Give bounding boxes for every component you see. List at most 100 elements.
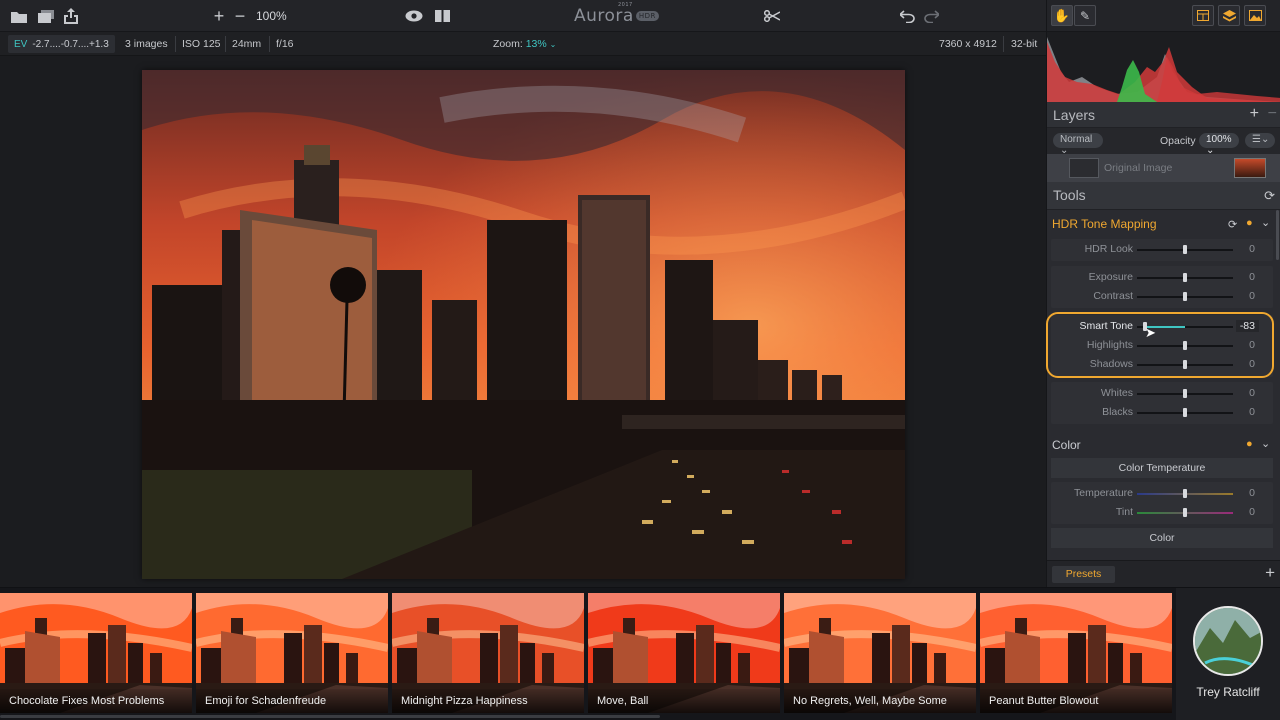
slider-value[interactable]: 0 bbox=[1249, 243, 1255, 255]
slider-group-temperature: Temperature 0 Tint 0 bbox=[1051, 482, 1273, 524]
preset-thumbnail[interactable]: Midnight Pizza Happiness bbox=[392, 593, 584, 713]
layout-icon bbox=[1197, 10, 1209, 21]
chevron-down-icon[interactable]: ⌄ bbox=[550, 40, 557, 49]
color-title: Color bbox=[1052, 438, 1081, 452]
avatar bbox=[1193, 606, 1263, 676]
preset-thumbnail[interactable]: No Regrets, Well, Maybe Some bbox=[784, 593, 976, 713]
layer-image-thumbnail bbox=[1234, 158, 1266, 178]
add-layer-icon[interactable]: + bbox=[1250, 105, 1259, 123]
preset-name: Emoji for Schadenfreude bbox=[196, 689, 388, 713]
opacity-label: Opacity bbox=[1160, 135, 1196, 147]
share-icon[interactable] bbox=[62, 7, 80, 25]
image-canvas[interactable] bbox=[0, 57, 1046, 587]
presets-button[interactable]: Presets bbox=[1052, 566, 1115, 583]
image-panel-button[interactable] bbox=[1244, 5, 1266, 26]
opacity-select[interactable]: 100% ⌄ bbox=[1199, 133, 1239, 156]
divider bbox=[269, 36, 270, 52]
layer-mask-thumbnail bbox=[1069, 158, 1099, 178]
slider-whites[interactable]: Whites 0 bbox=[1051, 384, 1273, 403]
ev-label: EV bbox=[14, 38, 28, 50]
layer-menu-button[interactable]: ☰⌄ bbox=[1245, 133, 1275, 148]
slider-track[interactable] bbox=[1137, 273, 1233, 282]
slider-value[interactable]: 0 bbox=[1249, 271, 1255, 283]
preset-thumbnail[interactable]: Emoji for Schadenfreude bbox=[196, 593, 388, 713]
layers-button[interactable] bbox=[1218, 5, 1240, 26]
hdr-tone-mapping-title: HDR Tone Mapping bbox=[1052, 217, 1157, 231]
slider-value[interactable]: 0 bbox=[1249, 406, 1255, 418]
preset-thumbnail[interactable]: Peanut Butter Blowout bbox=[980, 593, 1172, 713]
tone-highlight-annotation bbox=[1046, 312, 1274, 378]
scissors-icon[interactable] bbox=[763, 7, 781, 25]
slider-exposure[interactable]: Exposure 0 bbox=[1051, 268, 1273, 287]
slider-value[interactable]: 0 bbox=[1249, 290, 1255, 302]
slider-thumb[interactable] bbox=[1183, 489, 1187, 498]
opacity-value: 100% bbox=[1206, 134, 1232, 145]
slider-track[interactable] bbox=[1137, 489, 1233, 498]
add-preset-icon[interactable]: + bbox=[1265, 563, 1275, 583]
slider-track[interactable] bbox=[1137, 408, 1233, 417]
slider-temperature[interactable]: Temperature 0 bbox=[1051, 484, 1273, 503]
slider-value[interactable]: 0 bbox=[1249, 487, 1255, 499]
eye-icon[interactable] bbox=[405, 7, 423, 25]
slider-label: Whites bbox=[1100, 387, 1133, 399]
zoom-out-icon[interactable]: − bbox=[231, 6, 249, 26]
slider-label: Exposure bbox=[1088, 271, 1133, 283]
slider-track[interactable] bbox=[1137, 245, 1233, 254]
preset-thumbnail[interactable]: Move, Ball bbox=[588, 593, 780, 713]
layers-header: Layers + − bbox=[1047, 102, 1280, 128]
logo-hdr-tag: HDR bbox=[635, 11, 659, 21]
slider-track[interactable] bbox=[1137, 389, 1233, 398]
zoom-readout[interactable]: Zoom: 13% ⌄ bbox=[493, 38, 556, 50]
slider-value[interactable]: 0 bbox=[1249, 506, 1255, 518]
author-card[interactable]: Trey Ratcliff bbox=[1176, 588, 1280, 720]
reset-icon[interactable]: ⟳ bbox=[1228, 218, 1237, 231]
layer-item-original[interactable]: Original Image bbox=[1047, 154, 1280, 182]
undo-icon[interactable] bbox=[898, 7, 916, 25]
slider-thumb[interactable] bbox=[1183, 408, 1187, 417]
slider-group-exposure: Exposure 0 Contrast 0 bbox=[1051, 266, 1273, 308]
redo-icon[interactable] bbox=[922, 7, 940, 25]
batch-icon[interactable] bbox=[37, 7, 55, 25]
tools-scrollbar[interactable] bbox=[1276, 210, 1279, 260]
hand-tool-button[interactable]: ✋ bbox=[1051, 5, 1073, 26]
layout-button[interactable] bbox=[1192, 5, 1214, 26]
zoom-value[interactable]: 13% bbox=[526, 38, 547, 50]
remove-layer-icon[interactable]: − bbox=[1268, 105, 1277, 123]
compare-split-icon[interactable] bbox=[433, 7, 451, 25]
color-temperature-button[interactable]: Color Temperature bbox=[1051, 458, 1273, 478]
color-button[interactable]: Color bbox=[1051, 528, 1273, 548]
chevron-down-icon[interactable]: ⌄ bbox=[1261, 216, 1270, 229]
slider-label: Temperature bbox=[1074, 487, 1133, 499]
slider-blacks[interactable]: Blacks 0 bbox=[1051, 403, 1273, 422]
logo-year: 2017 bbox=[618, 2, 633, 8]
slider-thumb[interactable] bbox=[1183, 292, 1187, 301]
zoom-in-icon[interactable]: + bbox=[210, 6, 228, 26]
slider-contrast[interactable]: Contrast 0 bbox=[1051, 287, 1273, 306]
presets-filmstrip: Chocolate Fixes Most Problems Emoji for S… bbox=[0, 587, 1280, 720]
hdr-tone-mapping-header[interactable]: HDR Tone Mapping ⟳ ● ⌄ bbox=[1047, 212, 1280, 236]
blend-mode-select[interactable]: Normal ⌄ bbox=[1053, 133, 1103, 156]
slider-thumb[interactable] bbox=[1183, 508, 1187, 517]
layer-name: Original Image bbox=[1104, 162, 1173, 174]
slider-track[interactable] bbox=[1137, 508, 1233, 517]
preset-thumbnail[interactable]: Chocolate Fixes Most Problems bbox=[0, 593, 192, 713]
focal-length: 24mm bbox=[232, 38, 262, 50]
slider-value[interactable]: 0 bbox=[1249, 387, 1255, 399]
folder-icon[interactable] bbox=[10, 7, 28, 25]
slider-thumb[interactable] bbox=[1183, 245, 1187, 254]
refresh-icon[interactable]: ⟳ bbox=[1264, 188, 1275, 204]
brush-tool-button[interactable]: ✎ bbox=[1074, 5, 1096, 26]
slider-thumb[interactable] bbox=[1183, 389, 1187, 398]
chevron-down-icon[interactable]: ⌄ bbox=[1261, 437, 1270, 450]
ev-bracket-info[interactable]: EV -2.7....-0.7....+1.3 bbox=[8, 35, 115, 53]
slider-thumb[interactable] bbox=[1183, 273, 1187, 282]
slider-tint[interactable]: Tint 0 bbox=[1051, 503, 1273, 522]
slider-hdr-look[interactable]: HDR Look 0 bbox=[1051, 240, 1273, 259]
iso-value: ISO 125 bbox=[182, 38, 221, 50]
main-photo[interactable] bbox=[142, 70, 905, 579]
slider-track[interactable] bbox=[1137, 292, 1233, 301]
color-header[interactable]: Color ● ⌄ bbox=[1047, 433, 1280, 457]
zoom-percent[interactable]: 100% bbox=[256, 9, 287, 23]
slider-label: Contrast bbox=[1093, 290, 1133, 302]
filmstrip-scrollbar[interactable] bbox=[0, 715, 660, 718]
